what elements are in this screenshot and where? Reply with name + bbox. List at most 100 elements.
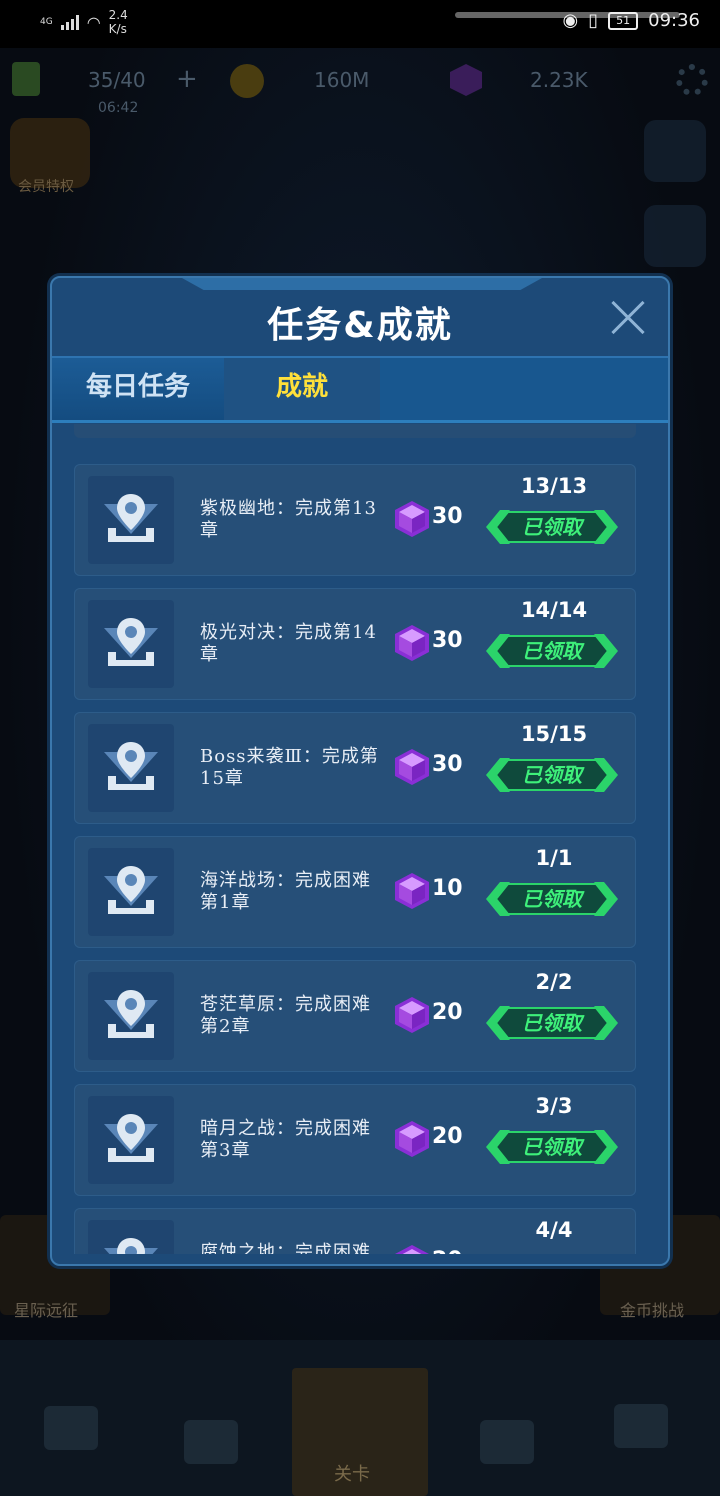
coin-count: 160M — [314, 68, 370, 92]
achievement-description: 紫极幽地：完成第13章 — [200, 498, 377, 541]
reward-amount: 20 — [432, 1000, 463, 1025]
gem-icon — [394, 1120, 430, 1158]
gem-count: 2.23K — [530, 68, 588, 92]
location-pin-icon — [102, 490, 160, 548]
nav-upgrade-icon — [184, 1420, 238, 1464]
claimed-label: 已领取 — [522, 515, 582, 539]
gem-icon — [450, 64, 482, 96]
progress-text: 1/1 — [535, 846, 573, 870]
progress-text: 15/15 — [520, 722, 588, 746]
gem-icon — [394, 748, 430, 786]
claimed-label: 已领取 — [522, 1011, 582, 1035]
achievement-icon-box — [88, 848, 174, 936]
add-energy-icon: + — [176, 64, 198, 94]
close-button[interactable] — [610, 300, 646, 336]
coin-icon — [230, 64, 264, 98]
gem-icon — [394, 624, 430, 662]
achievement-icon-box — [88, 1096, 174, 1184]
claimed-button[interactable]: 已领取 — [486, 1004, 618, 1042]
location-pin-icon — [102, 1234, 160, 1254]
list-item: 海洋战场：完成困难第1章 10 1/1 已领取 — [74, 836, 636, 948]
energy-icon — [12, 62, 40, 96]
reward-amount: 20 — [432, 1124, 463, 1149]
location-pin-icon — [102, 614, 160, 672]
claimed-label: 已领取 — [486, 1252, 618, 1254]
net-speed-value: 2.4 — [108, 8, 128, 22]
tab-daily-tasks[interactable]: 每日任务 — [52, 358, 224, 420]
gear-icon — [676, 64, 708, 96]
achievement-description: 腐蚀之地：完成困难第4章 — [200, 1242, 371, 1254]
net-speed-unit: K/s — [108, 22, 127, 36]
vibrate-icon: ▯ — [588, 10, 599, 31]
achievement-description: Boss来袭Ⅲ：完成第15章 — [200, 746, 379, 789]
gem-icon — [394, 872, 430, 910]
status-bar: 4G ◠ 2.4 K/s ◉ ▯ 51 09:36 — [0, 0, 720, 48]
dialog-title: 任务&成就 — [267, 305, 453, 346]
star-icon — [644, 120, 706, 182]
reward-amount: 30 — [432, 504, 463, 529]
nav-fighter-icon — [480, 1420, 534, 1464]
gem-icon — [394, 996, 430, 1034]
achievement-description: 苍茫草原：完成困难第2章 — [200, 994, 371, 1037]
nav-stage-label: 关卡 — [334, 1464, 370, 1485]
nav-wings-icon — [614, 1404, 668, 1448]
achievement-icon-box — [88, 600, 174, 688]
claimed-button[interactable]: 已领取 — [486, 1128, 618, 1166]
progress-text: 4/4 — [535, 1218, 573, 1242]
list-item: 苍茫草原：完成困难第2章 20 2/2 已领取 — [74, 960, 636, 1072]
progress-text: 13/13 — [520, 474, 588, 498]
achievement-icon-box — [88, 1220, 174, 1254]
claimed-label: 已领取 — [522, 1135, 582, 1159]
coin-challenge-label: 金币挑战 — [620, 1301, 685, 1320]
task-icon — [644, 205, 706, 267]
reward-amount: 10 — [432, 876, 463, 901]
reward-amount: 30 — [432, 752, 463, 777]
vip-label: 会员特权 — [18, 179, 74, 195]
tab-bar: 每日任务 成就 — [52, 356, 668, 423]
achievement-icon-box — [88, 724, 174, 812]
claimed-button[interactable]: 已领取 — [486, 632, 618, 670]
wifi-icon: ◠ — [86, 12, 101, 32]
gem-icon — [394, 500, 430, 538]
nav-hangar-icon — [44, 1406, 98, 1450]
task-achievement-dialog: 任务&成就 每日任务 成就 紫极幽地：完成第13章 30 13/13 已领取 极光对决：… — [50, 276, 670, 1266]
claimed-label: 已领取 — [522, 639, 582, 663]
location-pin-icon — [102, 986, 160, 1044]
claimed-button[interactable]: 已领取 — [486, 1252, 618, 1254]
top-hud: 35/40 + 06:42 160M 2.23K — [0, 62, 720, 116]
claimed-button[interactable]: 已领取 — [486, 880, 618, 918]
signal-icon — [60, 14, 79, 30]
tab-achievements[interactable]: 成就 — [224, 358, 380, 420]
energy-count: 35/40 — [88, 68, 146, 92]
list-item: 腐蚀之地：完成困难第4章 20 4/4 已领取 — [74, 1208, 636, 1254]
battery-icon: 51 — [608, 11, 639, 30]
achievement-description: 暗月之战：完成困难第3章 — [200, 1118, 371, 1161]
progress-text: 3/3 — [535, 1094, 573, 1118]
list-item: 紫极幽地：完成第13章 30 13/13 已领取 — [74, 464, 636, 576]
location-pin-icon — [102, 738, 160, 796]
dialog-accent — [182, 278, 542, 290]
gem-icon — [394, 1244, 430, 1254]
achievement-list[interactable]: 紫极幽地：完成第13章 30 13/13 已领取 极光对决：完成第14章 30 14/14 已… — [72, 424, 638, 1254]
claimed-button[interactable]: 已领取 — [486, 756, 618, 794]
location-pin-icon — [102, 862, 160, 920]
claimed-label: 已领取 — [522, 763, 582, 787]
eye-comfort-icon: ◉ — [562, 10, 579, 31]
expedition-label: 星际远征 — [14, 1301, 79, 1320]
achievement-icon-box — [88, 476, 174, 564]
location-pin-icon — [102, 1110, 160, 1168]
list-item: 暗月之战：完成困难第3章 20 3/3 已领取 — [74, 1084, 636, 1196]
list-item-partial — [74, 424, 636, 438]
clock: 09:36 — [648, 10, 700, 31]
reward-amount: 30 — [432, 628, 463, 653]
achievement-description: 极光对决：完成第14章 — [200, 622, 377, 665]
reward-amount: 20 — [432, 1248, 463, 1254]
list-item: Boss来袭Ⅲ：完成第15章 30 15/15 已领取 — [74, 712, 636, 824]
achievement-description: 海洋战场：完成困难第1章 — [200, 870, 371, 913]
energy-timer: 06:42 — [98, 100, 139, 116]
progress-text: 14/14 — [520, 598, 588, 622]
network-type: 4G — [40, 17, 53, 27]
claimed-label: 已领取 — [522, 887, 582, 911]
achievement-icon-box — [88, 972, 174, 1060]
claimed-button[interactable]: 已领取 — [486, 508, 618, 546]
